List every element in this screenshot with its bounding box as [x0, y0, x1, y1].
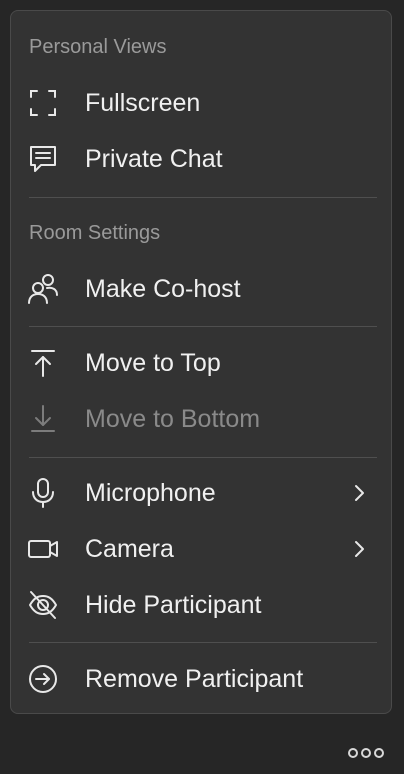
menu-divider — [29, 642, 377, 643]
menu-item-label: Fullscreen — [85, 89, 201, 117]
menu-item-label: Move to Bottom — [85, 405, 261, 433]
camera-icon — [27, 533, 59, 565]
chevron-right-icon — [349, 539, 369, 559]
more-options-button[interactable] — [346, 744, 386, 762]
menu-item-make-cohost[interactable]: Make Co-host — [11, 265, 391, 313]
menu-item-label: Remove Participant — [85, 665, 304, 693]
chevron-right-icon — [349, 483, 369, 503]
section-header-room-settings: Room Settings — [29, 222, 161, 244]
menu-item-fullscreen[interactable]: Fullscreen — [11, 79, 391, 127]
menu-item-label: Make Co-host — [85, 275, 241, 303]
menu-divider — [29, 197, 377, 198]
menu-item-private-chat[interactable]: Private Chat — [11, 135, 391, 183]
eye-off-icon — [27, 589, 59, 621]
menu-divider — [29, 457, 377, 458]
section-header-personal-views: Personal Views — [29, 36, 167, 58]
menu-item-camera[interactable]: Camera — [11, 525, 391, 573]
menu-item-move-to-top[interactable]: Move to Top — [11, 339, 391, 387]
menu-item-label: Hide Participant — [85, 591, 262, 619]
menu-item-label: Camera — [85, 535, 174, 563]
cohost-icon — [27, 273, 59, 305]
menu-item-move-to-bottom[interactable]: Move to Bottom — [11, 395, 391, 443]
fullscreen-icon — [27, 87, 59, 119]
arrow-up-to-line-icon — [27, 347, 59, 379]
participant-context-menu: Personal Views Fullscreen Private Chat R… — [10, 10, 392, 714]
menu-item-microphone[interactable]: Microphone — [11, 469, 391, 517]
menu-item-label: Microphone — [85, 479, 216, 507]
remove-icon — [27, 663, 59, 695]
more-horizontal-icon — [346, 748, 386, 766]
menu-item-hide-participant[interactable]: Hide Participant — [11, 581, 391, 629]
chat-icon — [27, 143, 59, 175]
menu-divider — [29, 326, 377, 327]
microphone-icon — [27, 477, 59, 509]
arrow-down-to-line-icon — [27, 403, 59, 435]
menu-item-remove-participant[interactable]: Remove Participant — [11, 655, 391, 703]
menu-item-label: Private Chat — [85, 145, 223, 173]
menu-item-label: Move to Top — [85, 349, 221, 377]
